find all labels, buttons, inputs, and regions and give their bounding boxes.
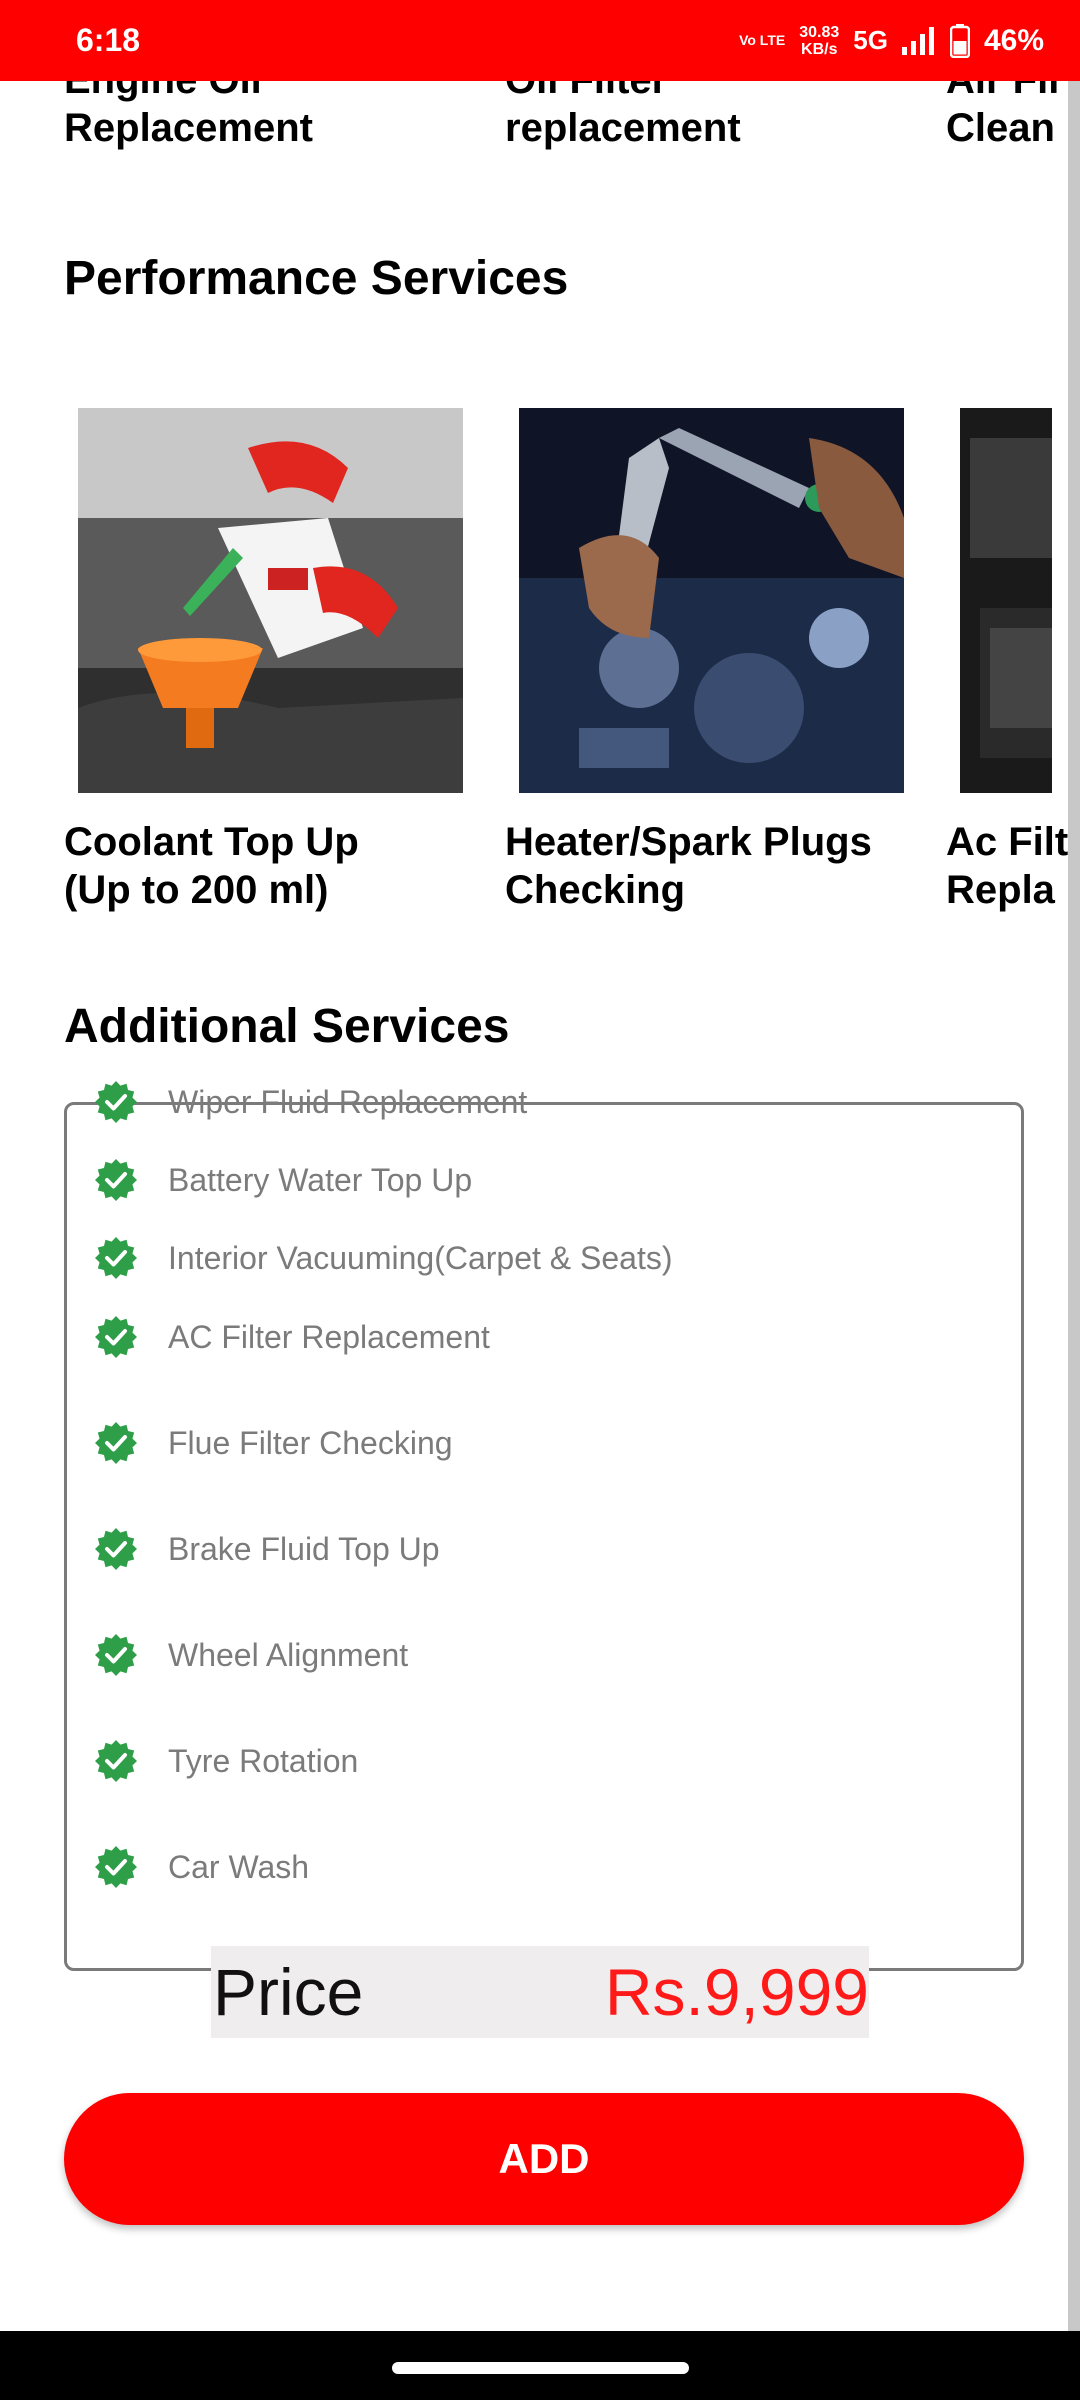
price-label: Price bbox=[213, 1955, 364, 2029]
additional-service-label: Car Wash bbox=[168, 1848, 310, 1885]
performance-services-heading: Performance Services bbox=[64, 252, 569, 305]
verified-badge-icon bbox=[95, 1740, 137, 1782]
verified-badge-icon bbox=[95, 1634, 137, 1676]
service-card-title: Coolant Top Up (Up to 200 ml) bbox=[64, 820, 359, 912]
status-indicators: Vo LTE 30.83 KB/s 5G 46% bbox=[739, 23, 1044, 58]
spark-plug-wrench-image bbox=[519, 408, 904, 793]
additional-service-item: Battery Water Top Up bbox=[94, 1158, 472, 1202]
verified-badge-icon bbox=[95, 1528, 137, 1570]
additional-service-label: Brake Fluid Top Up bbox=[168, 1530, 440, 1567]
verified-badge-icon bbox=[95, 1159, 137, 1201]
additional-service-label: Interior Vacuuming(Carpet & Seats) bbox=[168, 1239, 673, 1276]
verified-badge-icon bbox=[95, 1081, 137, 1123]
home-gesture-handle[interactable] bbox=[392, 2362, 689, 2374]
service-card-air-filter[interactable]: Air Fil Clean bbox=[946, 81, 1059, 152]
network-speed-unit: KB/s bbox=[801, 40, 838, 58]
verified-badge-icon bbox=[95, 1846, 137, 1888]
service-card-oil-filter[interactable]: Oil Filter replacement bbox=[505, 81, 741, 152]
additional-service-item: Flue Filter Checking bbox=[94, 1421, 453, 1465]
network-speed: 30.83 KB/s bbox=[799, 24, 839, 58]
scrollbar[interactable] bbox=[1068, 81, 1080, 2331]
battery-percent: 46% bbox=[983, 23, 1044, 57]
additional-service-item: Wiper Fluid Replacement bbox=[94, 1080, 527, 1124]
additional-service-item: Car Wash bbox=[94, 1845, 309, 1889]
verified-badge-icon bbox=[95, 1422, 137, 1464]
basic-services-carousel[interactable]: Engine Oil Replacement Oil Filter replac… bbox=[0, 81, 1068, 176]
network-speed-value: 30.83 bbox=[799, 23, 840, 41]
service-card-title: Ac Filt Repla bbox=[946, 820, 1068, 912]
service-card-title: Heater/Spark Plugs Checking bbox=[505, 820, 872, 912]
additional-service-item: Tyre Rotation bbox=[94, 1739, 358, 1783]
additional-service-label: Flue Filter Checking bbox=[168, 1424, 453, 1461]
additional-service-label: Wiper Fluid Replacement bbox=[168, 1083, 528, 1120]
signal-icon bbox=[901, 26, 934, 55]
additional-service-item: Interior Vacuuming(Carpet & Seats) bbox=[94, 1236, 673, 1280]
status-time: 6:18 bbox=[76, 22, 141, 58]
service-card-title: Oil Filter replacement bbox=[505, 81, 741, 150]
additional-service-label: Battery Water Top Up bbox=[168, 1161, 473, 1198]
service-card-title: Engine Oil Replacement bbox=[64, 81, 313, 150]
volte-icon: Vo LTE bbox=[739, 32, 786, 48]
performance-services-carousel[interactable]: Coolant Top Up (Up to 200 ml) Heater/Spa… bbox=[0, 408, 1068, 1008]
coolant-pour-image bbox=[78, 408, 463, 793]
battery-icon bbox=[949, 23, 970, 58]
status-bar: 6:18 Vo LTE 30.83 KB/s 5G 46% bbox=[0, 0, 1080, 81]
verified-badge-icon bbox=[95, 1237, 137, 1279]
additional-service-label: AC Filter Replacement bbox=[168, 1318, 490, 1355]
additional-service-item: AC Filter Replacement bbox=[94, 1315, 490, 1359]
price-box: Price Rs.9,999 bbox=[211, 1946, 869, 2038]
network-type: 5G bbox=[853, 25, 888, 55]
additional-service-label: Wheel Alignment bbox=[168, 1636, 409, 1673]
additional-service-item: Brake Fluid Top Up bbox=[94, 1527, 440, 1571]
verified-badge-icon bbox=[95, 1316, 137, 1358]
price-value: Rs.9,999 bbox=[604, 1955, 869, 2029]
additional-services-heading: Additional Services bbox=[64, 1000, 510, 1053]
add-button[interactable]: ADD bbox=[64, 2093, 1024, 2225]
ac-filter-image bbox=[960, 408, 1052, 793]
service-card-title: Air Fil Clean bbox=[946, 81, 1059, 150]
additional-service-item: Wheel Alignment bbox=[94, 1633, 408, 1677]
additional-service-label: Tyre Rotation bbox=[168, 1742, 359, 1779]
service-card-engine-oil[interactable]: Engine Oil Replacement bbox=[64, 81, 313, 152]
